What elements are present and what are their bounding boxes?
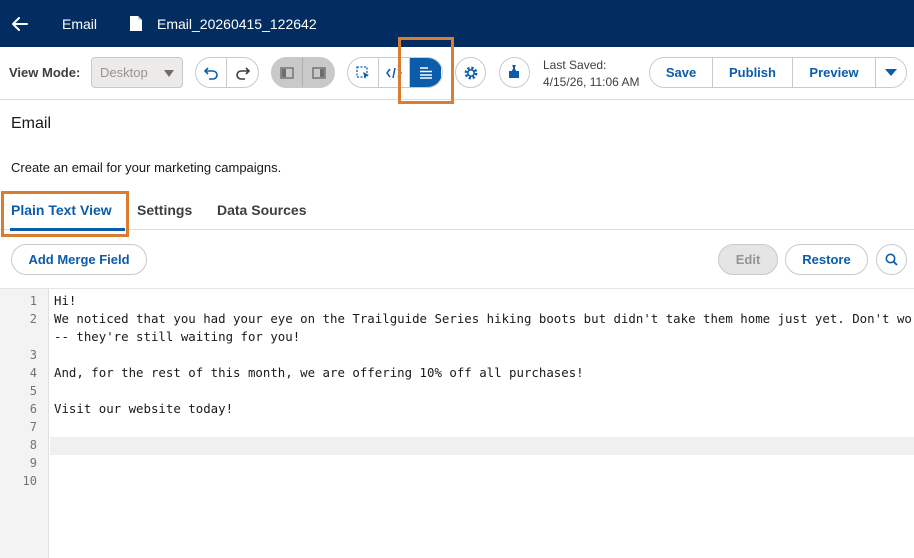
save-button[interactable]: Save xyxy=(650,58,713,87)
line-number: 6 xyxy=(29,402,37,416)
line-number-gutter: 1 2 3 4 5 6 7 8 9 10 xyxy=(0,289,49,558)
document-icon xyxy=(130,16,143,31)
undo-button[interactable] xyxy=(196,58,227,87)
redo-button[interactable] xyxy=(227,58,258,87)
select-icon xyxy=(356,65,369,79)
code-line: Hi! xyxy=(54,293,77,308)
line-number: 2 xyxy=(29,312,37,326)
settings-button[interactable] xyxy=(455,57,486,88)
line-number: 8 xyxy=(29,438,37,452)
search-button[interactable] xyxy=(876,244,907,275)
code-line: We noticed that you had your eye on the … xyxy=(54,311,914,326)
restore-button[interactable]: Restore xyxy=(785,244,868,275)
last-saved-label: Last Saved: xyxy=(543,58,607,72)
code-line: -- they're still waiting for you! xyxy=(54,329,301,344)
back-arrow-icon xyxy=(12,16,28,31)
tab-highlight xyxy=(1,191,129,237)
tab-bar: Plain Text View Settings Data Sources xyxy=(0,190,914,231)
undo-icon xyxy=(204,66,218,80)
publish-button[interactable]: Publish xyxy=(713,58,793,87)
view-mode-value: Desktop xyxy=(100,65,148,80)
view-mode-select[interactable]: Desktop xyxy=(91,57,183,88)
page-description: Create an email for your marketing campa… xyxy=(11,160,282,175)
last-saved-value: 4/15/26, 11:06 AM xyxy=(543,75,640,89)
tab-data-sources[interactable]: Data Sources xyxy=(217,202,306,218)
left-panel-button[interactable] xyxy=(272,58,303,87)
back-button[interactable] xyxy=(0,0,40,47)
line-number: 4 xyxy=(29,366,37,380)
plain-text-editor[interactable]: 1 2 3 4 5 6 7 8 9 10 Hi! We noticed that… xyxy=(0,288,914,558)
code-line: And, for the rest of this month, we are … xyxy=(54,365,584,380)
line-number: 3 xyxy=(29,348,37,362)
more-actions-button[interactable] xyxy=(876,58,906,87)
visual-editor-button[interactable] xyxy=(348,58,379,87)
right-panel-button[interactable] xyxy=(303,58,334,87)
action-button-group: Save Publish Preview xyxy=(649,57,907,88)
line-number: 1 xyxy=(29,294,37,308)
page-title: Email xyxy=(11,115,52,132)
puzzle-icon xyxy=(509,65,519,78)
right-panel-icon xyxy=(311,66,326,79)
line-number: 10 xyxy=(22,474,37,488)
code-line: Visit our website today! xyxy=(54,401,234,416)
preview-button[interactable]: Preview xyxy=(793,58,876,87)
add-merge-field-button[interactable]: Add Merge Field xyxy=(11,244,147,275)
section-title: Email xyxy=(62,15,98,32)
line-number: 7 xyxy=(29,420,37,434)
left-panel-icon xyxy=(280,66,294,79)
redo-icon xyxy=(235,66,250,80)
search-icon xyxy=(885,253,898,266)
components-button[interactable] xyxy=(499,57,530,88)
last-saved: Last Saved: 4/15/26, 11:06 AM xyxy=(543,57,640,91)
edit-button[interactable]: Edit xyxy=(718,244,778,275)
chevron-down-icon xyxy=(164,70,174,77)
text-view-highlight xyxy=(398,37,454,104)
file-name: Email_20260415_122642 xyxy=(157,15,317,32)
view-mode-label: View Mode: xyxy=(9,65,81,80)
app-header: Email Email_20260415_122642 xyxy=(0,0,914,47)
panel-toggle-group xyxy=(271,57,335,88)
gear-icon xyxy=(464,66,477,79)
undo-redo-group xyxy=(195,57,259,88)
line-number: 5 xyxy=(29,384,37,398)
toolbar: View Mode: Desktop Last Saved: 4/15/26, … xyxy=(0,47,914,100)
chevron-down-icon xyxy=(885,68,897,76)
active-line-highlight xyxy=(50,437,914,455)
line-number: 9 xyxy=(29,456,37,470)
tab-settings[interactable]: Settings xyxy=(137,202,192,218)
